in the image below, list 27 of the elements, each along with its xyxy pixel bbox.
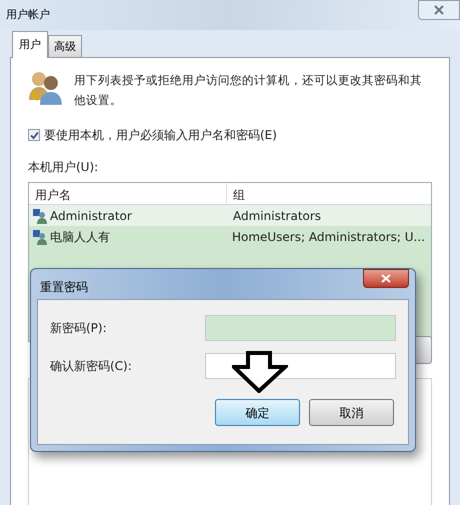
field-label: 新密码(P): <box>50 320 107 337</box>
table-row[interactable]: Administrator Administrators <box>29 205 431 226</box>
user-icon <box>32 228 48 244</box>
close-button[interactable] <box>363 269 409 288</box>
checkbox-label: 要使用本机，用户必须输入用户名和密码(E) <box>44 127 277 144</box>
user-icon <box>32 208 48 224</box>
arrow-annotation-icon <box>232 351 288 393</box>
field-label: 确认新密码(C): <box>50 358 132 375</box>
dialog-button[interactable]: 确定 <box>215 399 300 426</box>
description-text: 用下列表授予或拒绝用户访问您的计算机，还可以更改其密码和其他设置。 <box>74 72 423 109</box>
tab[interactable]: 高级 <box>48 35 82 57</box>
table-cell-text: HomeUsers; Administrators; U... <box>232 228 425 246</box>
checkbox[interactable] <box>28 129 40 141</box>
dialog-button[interactable]: 取消 <box>309 399 394 426</box>
close-icon <box>381 274 391 283</box>
close-icon <box>434 5 444 15</box>
dialog-title: 重置密码 <box>40 279 88 296</box>
section-label: 本机用户(U): <box>28 159 100 176</box>
tab[interactable]: 用户 <box>12 31 48 58</box>
table-cell-text: Administrators <box>233 208 322 224</box>
column-header[interactable]: 用户名 <box>29 183 227 204</box>
table-cell-text: 电脑人人有 <box>50 228 110 246</box>
users-icon <box>28 70 62 106</box>
table-cell-text: Administrator <box>50 208 132 224</box>
password-field[interactable] <box>205 315 396 341</box>
column-header[interactable]: 组 <box>227 183 431 204</box>
window-title: 用户帐户 <box>6 7 50 23</box>
